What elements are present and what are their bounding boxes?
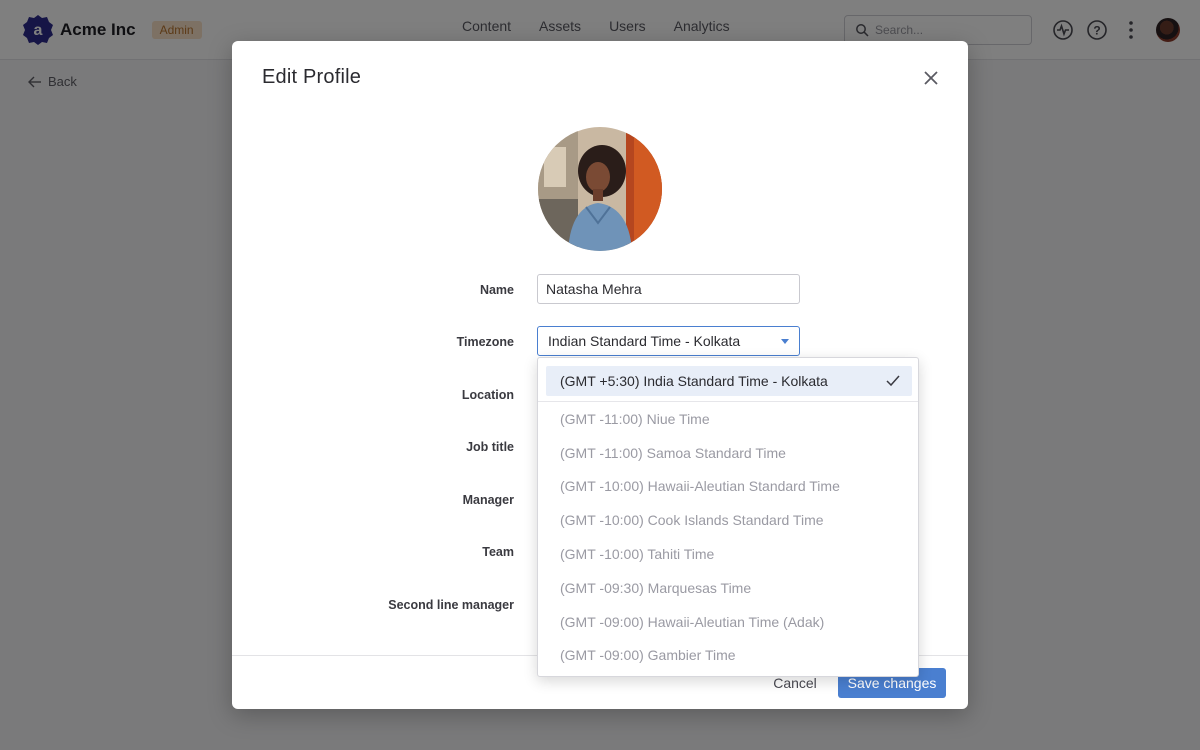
job-title-label: Job title	[466, 440, 514, 454]
name-input[interactable]	[537, 274, 800, 304]
timezone-option-label: (GMT +5:30) India Standard Time - Kolkat…	[560, 373, 828, 389]
timezone-label: Timezone	[456, 335, 514, 349]
name-label: Name	[479, 283, 514, 297]
timezone-option[interactable]: (GMT -10:00) Cook Islands Standard Time	[538, 503, 918, 537]
timezone-option[interactable]: (GMT -10:00) Hawaii-Aleutian Standard Ti…	[538, 470, 918, 504]
checkmark-icon	[886, 375, 900, 387]
profile-photo-image	[538, 127, 662, 251]
modal-title: Edit Profile	[262, 66, 362, 88]
manager-label: Manager	[462, 493, 514, 507]
timezone-option[interactable]: (GMT -11:00) Samoa Standard Time	[538, 436, 918, 470]
timezone-dropdown: (GMT +5:30) India Standard Time - Kolkat…	[537, 357, 919, 677]
timezone-option-list: (GMT -11:00) Niue Time (GMT -11:00) Samo…	[538, 402, 918, 673]
location-label: Location	[461, 388, 514, 402]
timezone-select[interactable]: Indian Standard Time - Kolkata	[537, 326, 800, 356]
timezone-option[interactable]: (GMT -09:00) Hawaii-Aleutian Time (Adak)	[538, 605, 918, 639]
timezone-option[interactable]: (GMT -09:30) Marquesas Time	[538, 571, 918, 605]
second-line-manager-label: Second line manager	[388, 598, 514, 612]
timezone-selected-value: Indian Standard Time - Kolkata	[548, 333, 741, 349]
timezone-option[interactable]: (GMT -10:00) Tahiti Time	[538, 537, 918, 571]
caret-down-icon	[781, 339, 789, 344]
timezone-option-selected[interactable]: (GMT +5:30) India Standard Time - Kolkat…	[546, 366, 912, 396]
close-icon	[924, 71, 938, 85]
team-label: Team	[482, 545, 514, 559]
timezone-option[interactable]: (GMT -11:00) Niue Time	[538, 402, 918, 436]
timezone-option[interactable]: (GMT -09:00) Gambier Time	[538, 639, 918, 673]
close-button[interactable]	[920, 67, 942, 89]
profile-photo[interactable]	[538, 127, 662, 251]
